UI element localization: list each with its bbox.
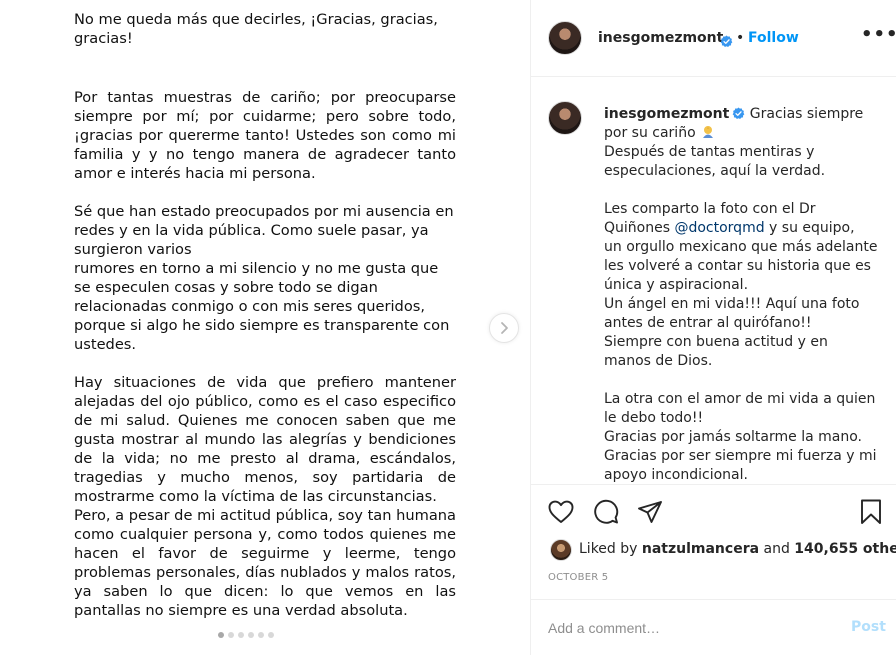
caption-line: especulaciones, aquí la verdad. (604, 163, 826, 179)
caption-line: manos de Dios. (604, 353, 713, 369)
verified-badge-icon (732, 107, 745, 120)
carousel-indicator (218, 632, 274, 638)
others-count[interactable]: 140,655 others (794, 541, 896, 557)
carousel-dot (218, 632, 224, 638)
verified-badge (717, 31, 733, 50)
verified-badge-icon (720, 35, 733, 48)
like-button[interactable] (547, 498, 575, 526)
and-text: and (763, 541, 790, 557)
caption-line: Les comparto la foto con el Dr (604, 201, 816, 217)
bookmark-icon (861, 499, 881, 524)
caption-section: inesgomezmont Gracias siempre por su car… (531, 78, 896, 484)
media-paragraph: No me queda más que decirles, ¡Gracias, … (74, 11, 438, 47)
caption-line: y su equipo, (769, 220, 855, 236)
author-username[interactable]: inesgomezmont (598, 30, 723, 46)
carousel-dot (248, 632, 254, 638)
caption-line: La otra con el amor de mi vida a quien (604, 391, 876, 407)
post-comment-button[interactable]: Post (851, 619, 886, 635)
comment-input[interactable] (548, 617, 818, 639)
caption-line: Siempre con buena actitud y en (604, 334, 828, 350)
liker-avatar[interactable] (550, 539, 572, 561)
carousel-dot (268, 632, 274, 638)
mention-link[interactable]: @doctorqmd (674, 220, 764, 236)
caption-line: Gracias por jamás soltarme la mano. (604, 429, 862, 445)
carousel-dot (228, 632, 234, 638)
caption-line: por su cariño (604, 125, 696, 141)
post-date[interactable]: OCTOBER 5 (548, 572, 608, 583)
comment-composer: Post (531, 599, 896, 655)
caption-line: apoyo incondicional. (604, 467, 748, 483)
carousel-dot (238, 632, 244, 638)
next-slide-button[interactable] (489, 313, 519, 343)
caption-line: le debo todo!! (604, 410, 704, 426)
post-sidebar: inesgomezmont • Follow ••• inesgomezmont… (530, 0, 896, 655)
post-actions: Liked by natzulmancera and 140,655 other… (531, 484, 896, 599)
avatar[interactable] (548, 101, 582, 135)
caption-line: un orgullo mexicano que más adelante (604, 239, 878, 255)
heart-icon (548, 500, 574, 523)
save-button[interactable] (857, 498, 885, 526)
follow-button[interactable]: Follow (748, 30, 799, 46)
media-text-document: No me queda más que decirles, ¡Gracias, … (74, 10, 456, 620)
caption-line: les volveré a contar su historia que es (604, 258, 871, 274)
liked-by-user[interactable]: natzulmancera (642, 541, 759, 557)
media-paragraph: Sé que han estado preocupados por mi aus… (74, 203, 454, 353)
chevron-right-icon (501, 322, 508, 334)
post-header: inesgomezmont • Follow ••• (531, 0, 896, 77)
share-button[interactable] (636, 498, 664, 526)
media-paragraph: Hay situaciones de vida que prefiero man… (74, 374, 456, 619)
more-options-icon[interactable]: ••• (861, 24, 896, 45)
caption-text: inesgomezmont Gracias siempre por su car… (604, 105, 880, 484)
share-icon (638, 501, 662, 523)
caption-line: Un ángel en mi vida!!! Aquí una foto (604, 296, 860, 312)
caption-line: Gracias por ser siempre mi fuerza y mi (604, 448, 877, 464)
comment-icon (594, 499, 619, 524)
separator-dot: • (736, 30, 745, 46)
caption-line: antes de entrar al quirófano!! (604, 315, 812, 331)
media-paragraph: Por tantas muestras de cariño; por preoc… (74, 89, 456, 182)
carousel-dot (258, 632, 264, 638)
caption-line: única y aspiracional. (604, 277, 749, 293)
caption-line: Después de tantas mentiras y (604, 144, 815, 160)
post-media[interactable]: No me queda más que decirles, ¡Gracias, … (0, 0, 530, 655)
comment-button[interactable] (592, 498, 620, 526)
praying-emoji-icon (703, 126, 714, 138)
liked-by-prefix: Liked by (579, 541, 638, 557)
likes-summary[interactable]: Liked by natzulmancera and 140,655 other… (579, 541, 896, 557)
caption-line: Quiñones (604, 220, 671, 236)
caption-username[interactable]: inesgomezmont (604, 106, 729, 122)
avatar[interactable] (548, 21, 582, 55)
caption-line: Gracias siempre (749, 106, 864, 122)
